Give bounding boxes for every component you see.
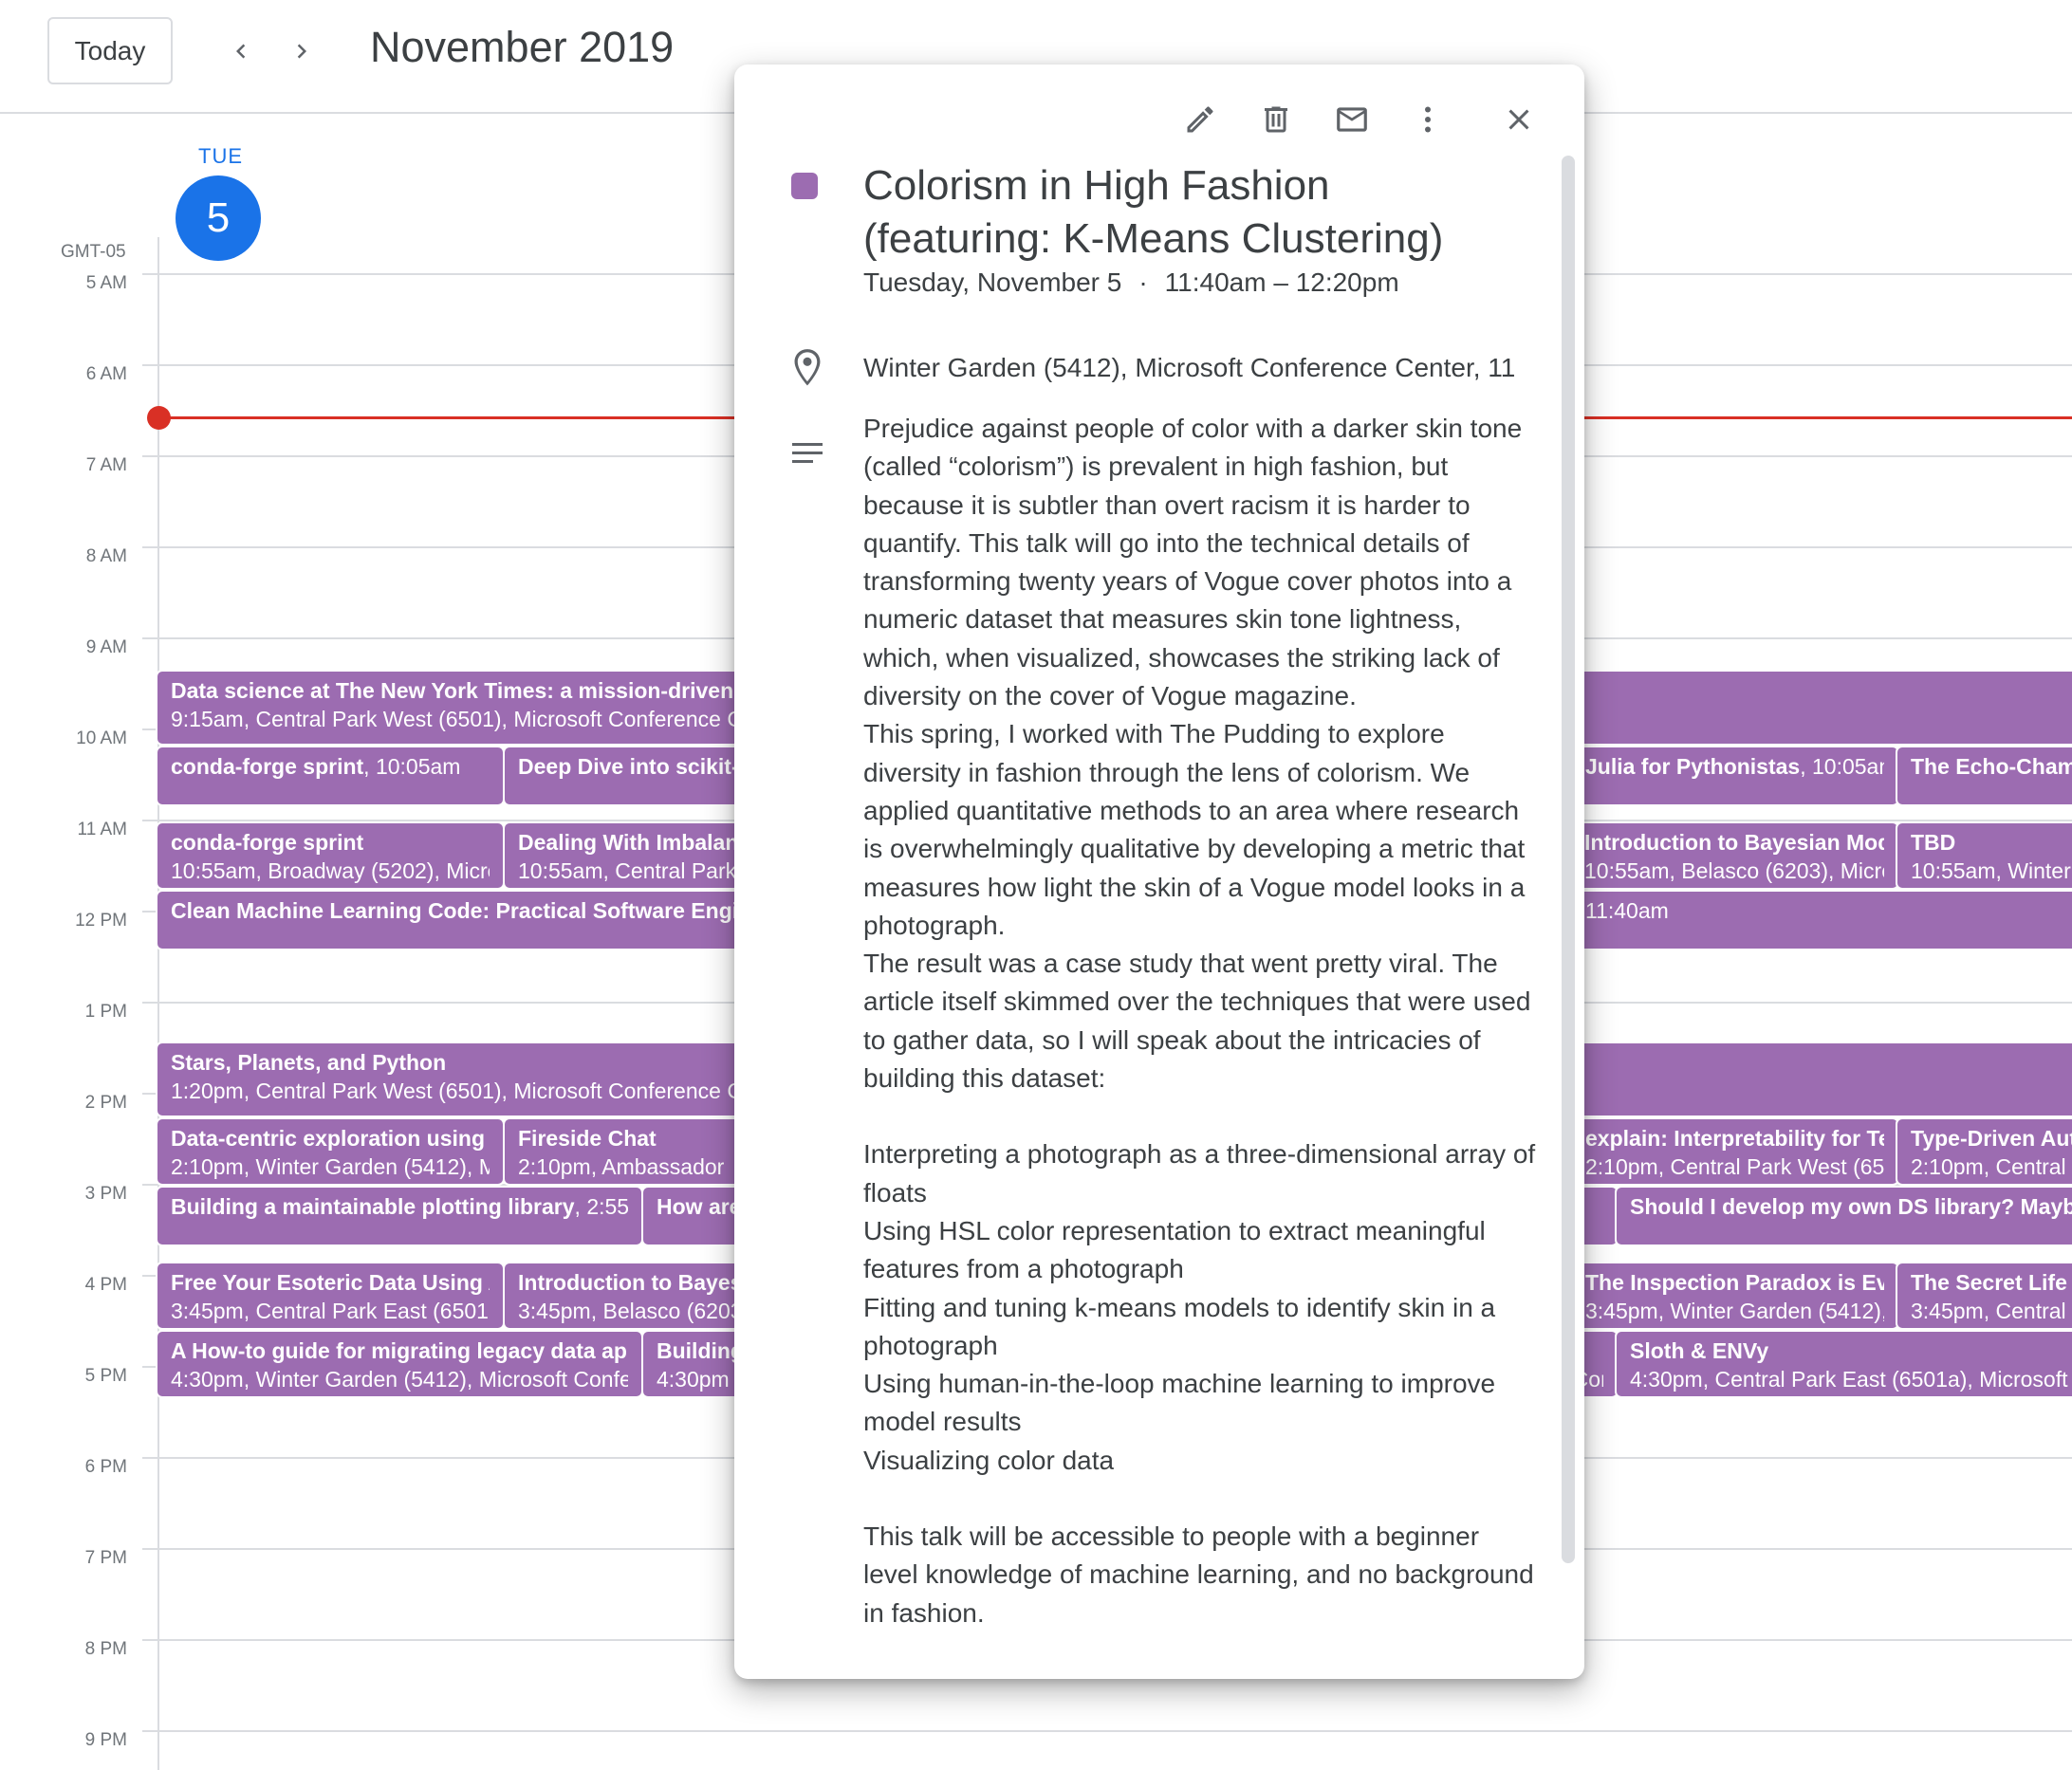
hour-label: 9 PM [84, 1730, 127, 1750]
event-description: Prejudice against people of color with a… [863, 410, 1537, 1632]
description-list-item: Using human-in-the-loop machine learning… [863, 1369, 1496, 1437]
delete-button[interactable] [1249, 92, 1304, 147]
edit-button[interactable] [1173, 92, 1228, 147]
hour-label: 8 PM [84, 1639, 127, 1659]
calendar-event[interactable]: The Echo-Chamber [1896, 746, 2072, 806]
chevron-left-icon [236, 44, 246, 59]
day-number[interactable]: 5 [176, 175, 261, 261]
email-icon [1337, 107, 1367, 132]
calendar-event[interactable]: Type-Driven Automation 2:10pm, Central P… [1896, 1117, 2072, 1186]
today-button[interactable]: Today [47, 17, 173, 84]
description-list-item: Using HSL color representation to extrac… [863, 1215, 1486, 1284]
description-paragraph: Prejudice against people of color with a… [863, 414, 1523, 711]
description-list-item: Interpreting a photograph as a three-dim… [863, 1139, 1536, 1208]
calendar-event[interactable]: Building a maintainable plotting library… [156, 1186, 643, 1246]
email-guests-button[interactable] [1324, 92, 1379, 147]
description-paragraph: This talk will be accessible to people w… [863, 1521, 1534, 1628]
description-list-item: Fitting and tuning k-means models to ide… [863, 1292, 1496, 1360]
weekday-label[interactable]: TUE [198, 144, 243, 169]
more-options-button[interactable] [1400, 92, 1455, 147]
hour-label: 7 AM [85, 455, 127, 475]
close-icon [1508, 109, 1529, 130]
popover-scrollbar[interactable] [1562, 156, 1575, 1563]
hour-label: 3 PM [84, 1184, 127, 1204]
description-icon [792, 443, 823, 463]
current-time-dot [147, 406, 171, 430]
calendar-event[interactable]: conda-forge sprint 10:55am, Broadway (52… [156, 821, 505, 890]
description-paragraph: The result was a case study that went pr… [863, 949, 1531, 1094]
hour-label: 5 PM [84, 1366, 127, 1386]
month-title: November 2019 [370, 23, 675, 71]
edit-icon [1187, 106, 1213, 133]
hour-label: 5 AM [85, 273, 127, 293]
next-button[interactable] [279, 28, 324, 74]
datetime-separator: · [1138, 267, 1148, 297]
description-paragraph: This spring, I worked with The Pudding t… [863, 719, 1526, 940]
hour-label: 8 AM [85, 546, 127, 566]
chevron-right-icon [297, 44, 306, 59]
calendar-event[interactable]: A How-to guide for migrating legacy data… [156, 1330, 643, 1398]
timezone-label: GMT-05 [61, 242, 126, 262]
hour-label: 4 PM [84, 1275, 127, 1295]
calendar-event[interactable]: conda-forge sprint, 10:05am [156, 746, 505, 806]
calendar-event[interactable]: The Secret Life 3:45pm, Central Park [1896, 1262, 2072, 1330]
event-datetime: Tuesday, November 5 · 11:40am – 12:20pm [863, 267, 1399, 298]
hour-label: 11 AM [77, 820, 127, 839]
hour-label: 10 AM [76, 728, 127, 748]
calendar-event[interactable]: Sloth & ENVy 4:30pm, Central Park East (… [1615, 1330, 2072, 1398]
event-location: Winter Garden (5412), Microsoft Conferen… [863, 353, 1516, 382]
event-detail-popover[interactable]: Colorism in High Fashion (featuring: K-M… [734, 65, 1584, 1679]
hour-label: 6 AM [85, 364, 127, 384]
more-options-icon [1425, 106, 1431, 133]
previous-button[interactable] [218, 28, 264, 74]
location-pin-icon [794, 349, 821, 386]
calendar-event[interactable]: Data-centric exploration using interacti… [156, 1117, 505, 1186]
hour-gridline [142, 1730, 2072, 1732]
event-title: Colorism in High Fashion (featuring: K-M… [863, 162, 1444, 262]
hour-label: 6 PM [84, 1457, 127, 1477]
calendar-event[interactable]: Free Your Esoteric Data Using Apache Arr… [156, 1262, 505, 1330]
description-list-item: Visualizing color data [863, 1445, 1115, 1475]
hour-label: 7 PM [84, 1548, 127, 1568]
event-time: 11:40am – 12:20pm [1164, 267, 1399, 297]
delete-icon [1265, 106, 1287, 133]
day-column-divider [157, 237, 159, 1770]
close-button[interactable] [1491, 92, 1546, 147]
calendar-event[interactable]: TBD 10:55am, Winter Garden (5412) [1896, 821, 2072, 890]
hour-label: 2 PM [84, 1093, 127, 1113]
hour-label: 12 PM [75, 911, 127, 931]
hour-label: 1 PM [84, 1002, 127, 1022]
popover-toolbar [1152, 91, 1546, 148]
event-color-swatch [791, 173, 818, 199]
hour-label: 9 AM [85, 637, 127, 657]
calendar-event[interactable]: Should I develop my own DS library? Mayb… [1615, 1186, 2072, 1246]
event-date: Tuesday, November 5 [863, 267, 1122, 297]
